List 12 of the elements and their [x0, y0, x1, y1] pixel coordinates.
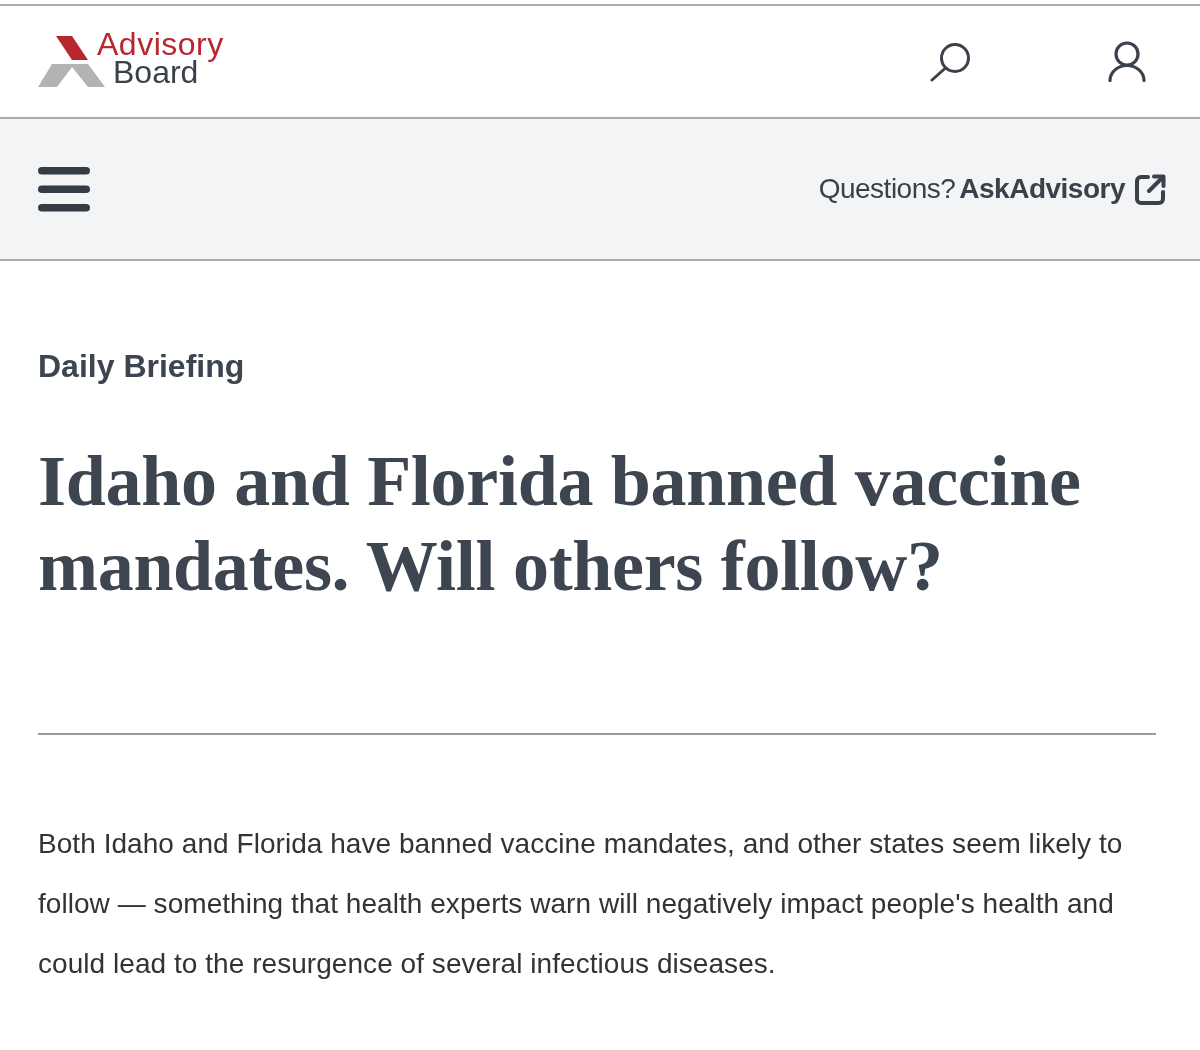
menu-icon [38, 166, 90, 212]
ask-advisory-link[interactable]: AskAdvisory [959, 168, 1166, 210]
article-title: Idaho and Florida banned vaccine mandates. Will others follow? [38, 440, 1082, 608]
article-summary: Both Idaho and Florida have banned vaccine mandates, and other states seem likely to follow — something that health experts warn will negatively impact people's health and could lead to the resurgence of several infectious diseases. [38, 827, 1124, 981]
questions-label: Questions? [818, 172, 956, 206]
search-icon [930, 41, 972, 82]
section-label: Daily Briefing [38, 347, 246, 385]
user-icon [1108, 41, 1146, 82]
account-button[interactable] [1108, 41, 1146, 82]
external-link-icon [1135, 173, 1166, 205]
search-button[interactable] [930, 41, 972, 82]
menu-button[interactable] [38, 166, 90, 212]
